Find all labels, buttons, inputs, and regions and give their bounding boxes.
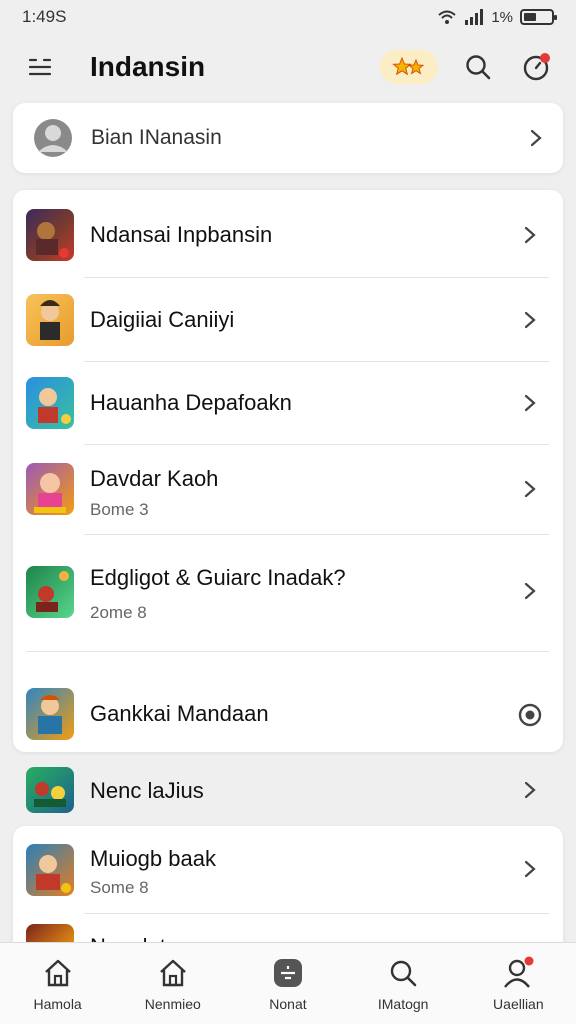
- stars-icon: [392, 56, 425, 76]
- chevron-right-icon: [520, 479, 540, 499]
- nav-label: IMatogn: [377, 995, 429, 1012]
- list-item-subtitle: Some 8: [90, 878, 149, 897]
- divider: [26, 651, 549, 652]
- game-thumbnail: [26, 463, 74, 515]
- game-thumbnail: [26, 209, 74, 261]
- nav-item-2[interactable]: Nenmieo: [123, 956, 223, 1012]
- chevron-right-icon: [520, 859, 540, 879]
- list-item-title: Muiogb baak: [90, 846, 216, 871]
- list-item[interactable]: Hauanha Depafoakn: [0, 374, 576, 432]
- list-item-title: Hauanha Depafoakn: [90, 390, 292, 415]
- list-item[interactable]: Muiogb baak Some 8: [0, 842, 576, 898]
- game-thumbnail: [26, 688, 74, 740]
- avatar-icon: [34, 119, 72, 157]
- search-icon: [386, 956, 420, 990]
- profile-card[interactable]: Bian INanasin: [13, 103, 563, 173]
- menu-icon: [28, 58, 52, 76]
- notifications-button[interactable]: [518, 49, 554, 85]
- chevron-right-icon: [520, 780, 540, 800]
- bottom-nav: Hamola Nenmieo Nonat IMatogn Uaellian: [0, 942, 576, 1024]
- list-item[interactable]: Ndansai Inpbansin: [0, 206, 576, 264]
- game-thumbnail: [26, 377, 74, 429]
- battery-icon: [520, 9, 557, 25]
- list-item-title: Nenc laJius: [90, 778, 204, 803]
- list-item-subtitle: Bome 3: [90, 500, 149, 519]
- list-item-title: Ndansai Inpbansin: [90, 222, 273, 247]
- app-header: Indansin: [0, 36, 576, 98]
- signal-icon: [465, 9, 484, 25]
- list-item-title: Gankkai Mandaan: [90, 701, 269, 726]
- chevron-right-icon: [520, 581, 540, 601]
- nav-item-3[interactable]: Nonat: [238, 956, 338, 1012]
- list-item[interactable]: Edgligot & Guiarc Inadak? 2ome 8: [0, 563, 576, 622]
- search-icon: [466, 55, 491, 80]
- home-outline-icon: [156, 956, 190, 990]
- status-time: 1:49S: [22, 7, 67, 26]
- menu-button[interactable]: [22, 49, 58, 85]
- list-item-title: Edgligot & Guiarc Inadak?: [90, 565, 346, 590]
- status-icons: 1%: [437, 8, 557, 26]
- profile-icon: [501, 956, 535, 990]
- list-item-title: Davdar Kaoh: [90, 466, 219, 491]
- home-icon: [41, 956, 75, 990]
- nav-item-home[interactable]: Hamola: [8, 956, 108, 1012]
- list-item[interactable]: Gankkai Mandaan: [0, 685, 576, 743]
- nav-item-profile[interactable]: Uaellian: [468, 956, 568, 1012]
- divider: [84, 361, 549, 362]
- profile-label: Bian INanasin: [91, 126, 222, 149]
- nav-label: Nenmieo: [144, 995, 201, 1012]
- divider: [84, 913, 549, 914]
- nav-item-search[interactable]: IMatogn: [353, 956, 453, 1012]
- chevron-right-icon: [530, 129, 542, 147]
- list-item[interactable]: Davdar Kaoh Bome 3: [0, 460, 576, 519]
- list-item-subtitle: 2ome 8: [90, 603, 147, 622]
- target-icon: [517, 702, 543, 728]
- game-thumbnail: [26, 767, 74, 813]
- game-thumbnail: [26, 566, 74, 618]
- divider: [84, 444, 549, 445]
- chevron-right-icon: [520, 225, 540, 245]
- nav-label: Uaellian: [493, 995, 544, 1012]
- divider: [84, 277, 549, 278]
- chevron-right-icon: [520, 393, 540, 413]
- list-item[interactable]: Nenc laJius: [0, 766, 576, 814]
- game-thumbnail: [26, 844, 74, 896]
- compass-icon: [523, 53, 550, 81]
- stars-button[interactable]: [380, 50, 438, 84]
- header-actions: [380, 49, 554, 85]
- battery-percent: 1%: [491, 8, 513, 26]
- list-item[interactable]: Daigiiai Caniiyi: [0, 291, 576, 349]
- game-thumbnail: [26, 294, 74, 346]
- app-icon: [271, 956, 305, 990]
- divider: [84, 534, 549, 535]
- nav-label: Hamola: [33, 995, 82, 1012]
- wifi-icon: [438, 10, 456, 24]
- search-button[interactable]: [460, 49, 496, 85]
- status-bar: 1:49S 1%: [0, 0, 576, 34]
- page-title: Indansin: [90, 51, 206, 82]
- nav-label: Nonat: [269, 995, 307, 1012]
- list-item-title: Daigiiai Caniiyi: [90, 307, 235, 332]
- chevron-right-icon: [520, 310, 540, 330]
